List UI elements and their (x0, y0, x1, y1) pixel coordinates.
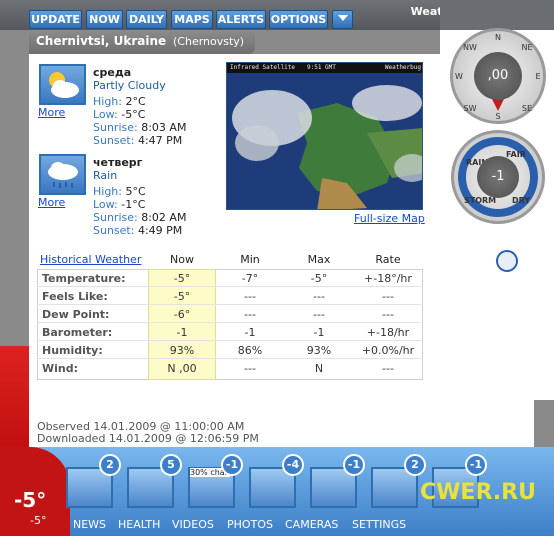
forecast-badge: -1 (465, 454, 487, 476)
settings-link[interactable]: SETTINGS (352, 518, 406, 531)
satellite-image (227, 73, 422, 209)
svg-text:FAIR: FAIR (506, 150, 526, 159)
satellite-map-header: Infrared Satellite 9:51 GMT Weatherbug (227, 63, 422, 73)
table-row: Barometer: -1 -1 -1 +-18/hr (37, 323, 421, 341)
health-link[interactable]: HEALTH (118, 518, 160, 531)
forecast-badge: 2 (99, 454, 121, 476)
location-name: Chernivtsi, Ukraine (36, 34, 167, 48)
day-condition: Rain (93, 169, 118, 182)
more-link[interactable]: More (38, 196, 65, 209)
day-name: среда (93, 66, 132, 79)
satellite-map[interactable]: Infrared Satellite 9:51 GMT Weatherbug (226, 62, 423, 210)
feels-like-temperature: -5° (30, 514, 47, 527)
svg-text:DRY: DRY (512, 196, 530, 205)
day-sunset: Sunset: 4:47 PM (93, 134, 183, 147)
barometer-dial[interactable]: RAIN FAIR STORM DRY -1 (451, 130, 545, 224)
column-header-max: Max (307, 253, 331, 266)
location-bar: Chernivtsi, Ukraine (Chernovsty) (29, 30, 255, 54)
column-header-rate: Rate (375, 253, 401, 266)
cameras-link[interactable]: CAMERAS (285, 518, 338, 531)
day-high: High: 5°C (93, 185, 146, 198)
forecast-badge: -1 (221, 454, 243, 476)
svg-text:SE: SE (522, 104, 532, 113)
downloaded-time: Downloaded 14.01.2009 @ 12:06:59 PM (37, 432, 259, 445)
news-link[interactable]: NEWS (73, 518, 106, 531)
table-row: Temperature: -5° -7° -5° +-18°/hr (37, 269, 421, 287)
update-button[interactable]: UPDATE (29, 10, 82, 29)
location-alt-name: (Chernovsty) (173, 35, 245, 48)
barometer-value: -1 (477, 156, 519, 198)
forecast-badge: -4 (282, 454, 304, 476)
partly-cloudy-icon (39, 64, 86, 105)
day-sunrise: Sunrise: 8:03 AM (93, 121, 187, 134)
svg-text:W: W (455, 72, 463, 81)
ladybug-icon[interactable] (496, 250, 518, 272)
day-high: High: 2°C (93, 95, 146, 108)
dropdown-arrow-button[interactable] (332, 10, 353, 29)
options-button[interactable]: OPTIONS (269, 10, 328, 29)
table-row: Humidity: 93% 86% 93% +0.0%/hr (37, 341, 421, 359)
historical-weather-link[interactable]: Historical Weather (40, 253, 141, 266)
forecast-badge: 5 (160, 454, 182, 476)
svg-text:N: N (495, 33, 501, 42)
videos-link[interactable]: VIDEOS (172, 518, 214, 531)
fullsize-map-link[interactable]: Full-size Map (354, 212, 425, 225)
table-row: Feels Like: -5° --- --- --- (37, 287, 421, 305)
day-sunset: Sunset: 4:49 PM (93, 224, 183, 237)
svg-text:S: S (495, 112, 500, 121)
daily-button[interactable]: DAILY (126, 10, 167, 29)
day-low: Low: -5°C (93, 108, 146, 121)
table-row: Wind: N ,00 --- N --- (42, 362, 394, 375)
rain-icon (39, 154, 86, 195)
now-button[interactable]: NOW (86, 10, 123, 29)
column-header-min: Min (240, 253, 260, 266)
svg-text:E: E (535, 72, 540, 81)
forecast-badge: -1 (343, 454, 365, 476)
more-link[interactable]: More (38, 106, 65, 119)
svg-text:NW: NW (463, 43, 477, 52)
photos-link[interactable]: PHOTOS (227, 518, 273, 531)
chevron-down-icon (337, 15, 348, 21)
conditions-rows: Temperature: -5° -7° -5° +-18°/hr Feels … (37, 269, 423, 380)
maps-button[interactable]: MAPS (171, 10, 213, 29)
forecast-badge: 2 (404, 454, 426, 476)
svg-text:SW: SW (464, 104, 477, 113)
watermark-logo: CWER.RU (420, 480, 536, 505)
wind-speed-value: ,00 (474, 52, 522, 100)
column-header-now: Now (170, 253, 194, 266)
alerts-button[interactable]: ALERTS (216, 10, 266, 29)
day-low: Low: -1°C (93, 198, 146, 211)
table-row: Dew Point: -6° --- --- --- (37, 305, 421, 323)
day-condition: Partly Cloudy (93, 79, 166, 92)
wind-compass[interactable]: N NW NE W E SW SE S ,00 (450, 28, 546, 124)
svg-text:NE: NE (521, 43, 532, 52)
current-temperature: -5° (14, 488, 47, 512)
day-name: четверг (93, 156, 143, 169)
svg-text:STORM: STORM (464, 196, 496, 205)
day-sunrise: Sunrise: 8:02 AM (93, 211, 187, 224)
